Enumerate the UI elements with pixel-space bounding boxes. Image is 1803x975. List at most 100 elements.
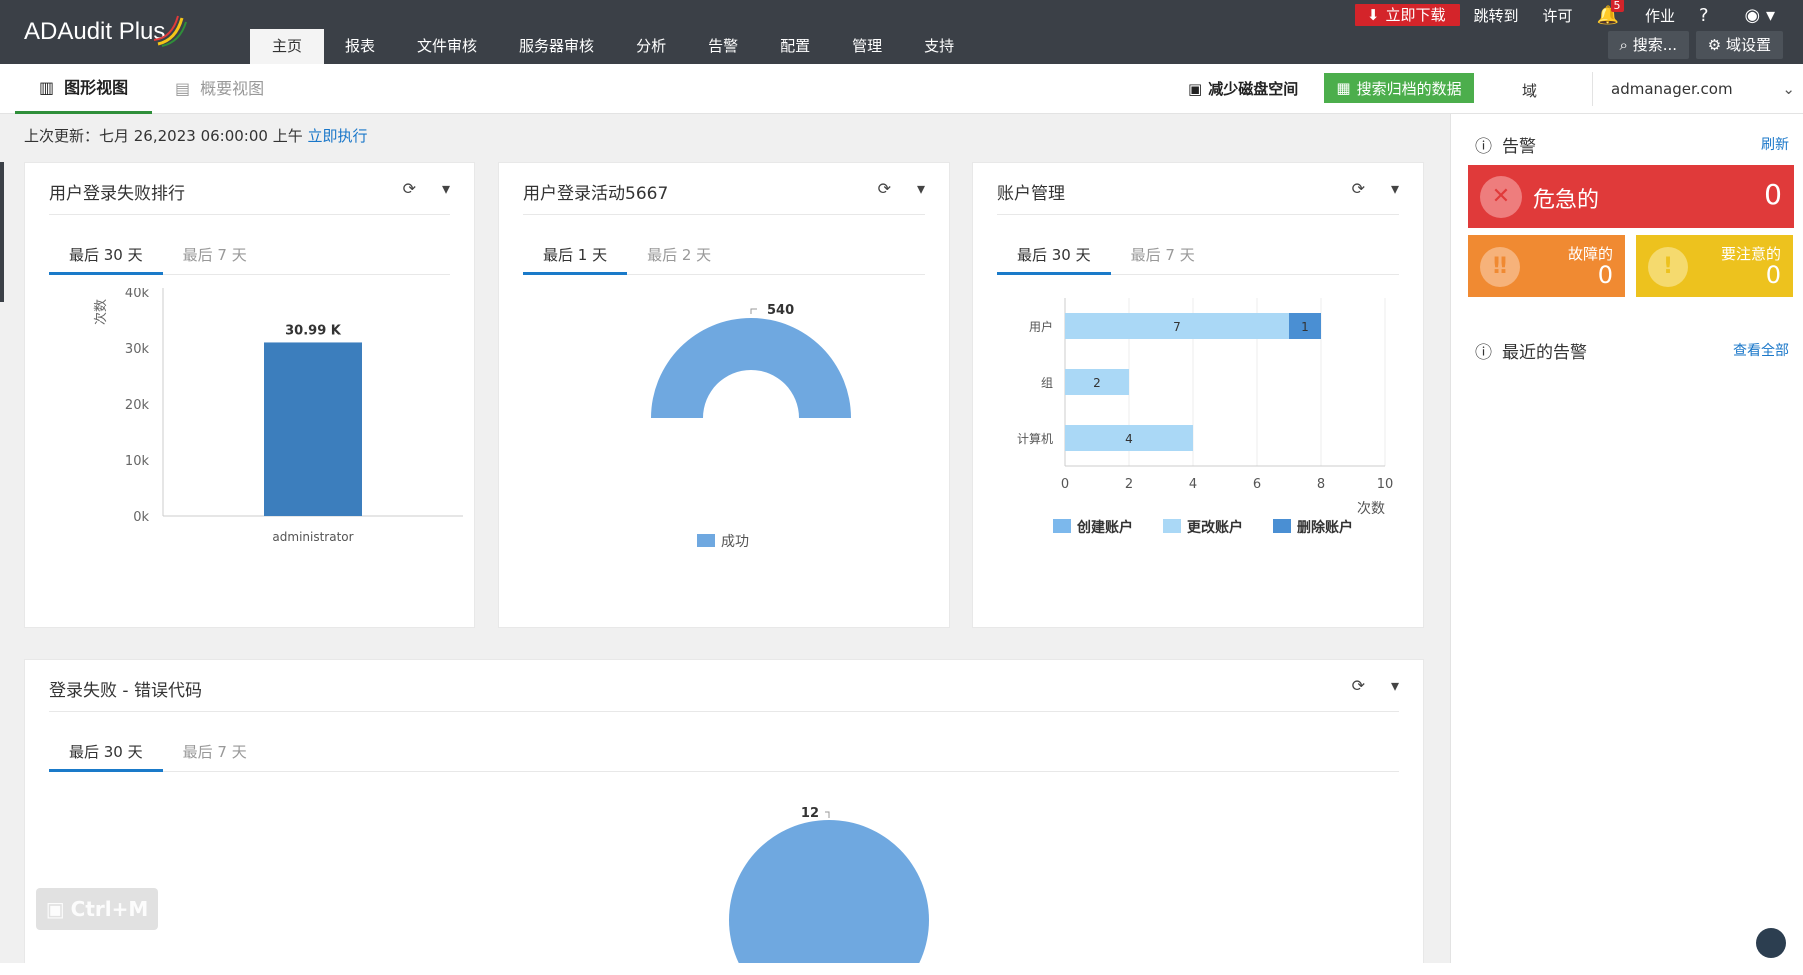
data-label-connector <box>750 308 757 314</box>
document-icon: ▤ <box>175 79 191 98</box>
fault-alert-card[interactable]: ‼ 故障的 0 <box>1468 235 1625 297</box>
view-all-link[interactable]: 查看全部 <box>1733 340 1789 360</box>
left-edge-handle[interactable] <box>0 162 4 302</box>
widget-tools: ⟳ ▾ <box>1352 676 1399 695</box>
widget-login-failures: 用户登录失败排行 ⟳ ▾ 最后 30 天 最后 7 天 0k 10k 20k 30k 4… <box>24 162 475 628</box>
nav-analytics[interactable]: 分析 <box>615 29 687 64</box>
data-label-connector <box>825 811 830 818</box>
legend-swatch <box>1053 519 1071 533</box>
refresh-icon[interactable]: ⟳ <box>1352 676 1365 695</box>
domain-select[interactable]: admanager.com ⌄ <box>1592 72 1803 106</box>
bottom-strip <box>0 963 1803 975</box>
login-failures-bar-chart: 0k 10k 20k 30k 40k 次数 30.99 K administrator <box>93 288 463 544</box>
user-avatar-icon[interactable]: ◉ ▾ <box>1745 5 1775 26</box>
chevron-down-icon[interactable]: ▾ <box>1391 676 1399 695</box>
reduce-disk-space-button[interactable]: ▣ 减少磁盘空间 <box>1188 78 1298 99</box>
download-button[interactable]: ⬇ 立即下载 <box>1354 4 1460 26</box>
tab-last-1-day[interactable]: 最后 1 天 <box>523 241 628 275</box>
donut-slice <box>651 318 851 418</box>
refresh-icon[interactable]: ⟳ <box>878 179 891 198</box>
legend-label: 创建账户 <box>1076 519 1133 536</box>
alerts-title: 告警 <box>1502 137 1536 157</box>
legend-label: 更改账户 <box>1187 519 1243 536</box>
divider <box>49 711 1399 712</box>
chat-bot-icon[interactable] <box>1756 928 1786 958</box>
chevron-down-icon[interactable]: ▾ <box>1391 179 1399 198</box>
chevron-down-icon[interactable]: ▾ <box>442 179 450 198</box>
top-right-tools: ⬇ 立即下载 跳转到 许可 🔔 5 作业 ? ◉ ▾ <box>1354 0 1803 28</box>
y-tick-label: 组 <box>1041 376 1053 390</box>
warning-alert-card[interactable]: ! 要注意的 0 <box>1636 235 1793 297</box>
refresh-icon[interactable]: ⟳ <box>403 179 416 198</box>
keyboard-icon: ▣ <box>45 897 65 921</box>
data-label: 4 <box>1125 432 1133 446</box>
tab-last-30-days[interactable]: 最后 30 天 <box>49 738 163 772</box>
domain-settings-label: 域设置 <box>1725 36 1771 54</box>
x-tick-label: 0 <box>1061 477 1069 492</box>
legend-label: 成功 <box>721 534 749 550</box>
y-tick-label: 计算机 <box>1017 431 1053 446</box>
main-nav: 主页 报表 文件审核 服务器审核 分析 告警 配置 管理 支持 <box>250 29 975 64</box>
jump-to-link[interactable]: 跳转到 <box>1474 5 1519 26</box>
nav-reports[interactable]: 报表 <box>324 29 396 64</box>
bar <box>264 342 362 516</box>
refresh-icon[interactable]: ⟳ <box>1352 179 1365 198</box>
tab-last-2-days[interactable]: 最后 2 天 <box>627 241 731 275</box>
jobs-link[interactable]: 作业 <box>1645 5 1675 26</box>
data-label: 12 <box>801 806 819 821</box>
search-button[interactable]: ⌕ 搜索... <box>1607 31 1689 59</box>
divider <box>997 214 1399 215</box>
tab-last-7-days[interactable]: 最后 7 天 <box>1111 241 1215 275</box>
tab-last-7-days[interactable]: 最后 7 天 <box>163 738 267 772</box>
x-axis-title: 次数 <box>1357 501 1385 517</box>
account-management-bar-chart: 0 2 4 6 8 10 次数 用户 7 1 组 2 计算机 4 创建账户 更改账户 删除账户 <box>1017 298 1393 536</box>
tab-last-30-days[interactable]: 最后 30 天 <box>49 241 163 275</box>
nav-server-audit[interactable]: 服务器审核 <box>498 29 615 64</box>
license-link[interactable]: 许可 <box>1543 5 1573 26</box>
widget-error-codes: 登录失败 - 错误代码 ⟳ ▾ 最后 30 天 最后 7 天 12 <box>24 659 1424 975</box>
widget-tools: ⟳ ▾ <box>403 179 450 198</box>
widget-title: 登录失败 - 错误代码 <box>49 681 202 701</box>
last-update-label: 上次更新：七月 26,2023 06:00:00 上午 <box>24 127 303 145</box>
nav-configuration[interactable]: 配置 <box>759 29 831 64</box>
data-label: 30.99 K <box>285 323 342 338</box>
nav-file-audit[interactable]: 文件审核 <box>396 29 498 64</box>
run-now-link[interactable]: 立即执行 <box>307 127 367 145</box>
widget-account-management: 账户管理 ⟳ ▾ 最后 30 天 最后 7 天 0 2 4 6 8 10 次数 用户 7 1 组 2 计… <box>972 162 1424 628</box>
error-codes-pie-chart: 12 <box>729 806 929 975</box>
tab-summary-view[interactable]: ▤ 概要视图 <box>175 64 264 114</box>
fault-count: 0 <box>1597 261 1613 289</box>
notification-bell-icon[interactable]: 🔔 5 <box>1597 0 1624 26</box>
critical-alert-card[interactable]: ✕ 危急的 0 <box>1468 165 1794 228</box>
widget-tools: ⟳ ▾ <box>1352 179 1399 198</box>
last-update-line: 上次更新：七月 26,2023 06:00:00 上午 立即执行 <box>24 125 368 146</box>
help-icon[interactable]: ? <box>1699 5 1709 26</box>
refresh-link[interactable]: 刷新 <box>1761 134 1789 154</box>
data-label: 2 <box>1093 376 1101 390</box>
warning-count: 0 <box>1765 261 1781 289</box>
shortcut-overlay: ▣ Ctrl+M <box>36 888 158 930</box>
nav-admin[interactable]: 管理 <box>831 29 903 64</box>
domain-settings-button[interactable]: ⚙ 域设置 <box>1695 31 1783 59</box>
recent-alerts-title: 最近的告警 <box>1502 343 1587 363</box>
search-icon: ⌕ <box>1619 36 1633 54</box>
y-tick-label: 10k <box>125 454 150 469</box>
nav-alerts[interactable]: 告警 <box>687 29 759 64</box>
search-archive-button[interactable]: ▦ 搜索归档的数据 <box>1324 73 1474 103</box>
app-logo[interactable]: ADAudit Plus <box>24 18 165 46</box>
x-tick-label: administrator <box>272 530 353 544</box>
chevron-down-icon[interactable]: ▾ <box>917 179 925 198</box>
domain-value: admanager.com <box>1611 80 1733 98</box>
legend-swatch <box>1273 519 1291 533</box>
tab-last-30-days[interactable]: 最后 30 天 <box>997 241 1111 275</box>
info-icon: ⓘ <box>1475 343 1492 363</box>
download-label: 立即下载 <box>1385 6 1446 24</box>
login-activity-donut-chart: 540 成功 <box>651 303 851 550</box>
nav-support[interactable]: 支持 <box>903 29 975 64</box>
tab-graph-view[interactable]: ▥ 图形视图 <box>15 64 152 114</box>
tab-last-7-days[interactable]: 最后 7 天 <box>163 241 267 275</box>
legend-swatch <box>1163 519 1181 533</box>
nav-home[interactable]: 主页 <box>250 29 325 64</box>
widget-tabs: 最后 30 天 最后 7 天 <box>997 241 1399 275</box>
reduce-disk-label: 减少磁盘空间 <box>1208 80 1299 98</box>
